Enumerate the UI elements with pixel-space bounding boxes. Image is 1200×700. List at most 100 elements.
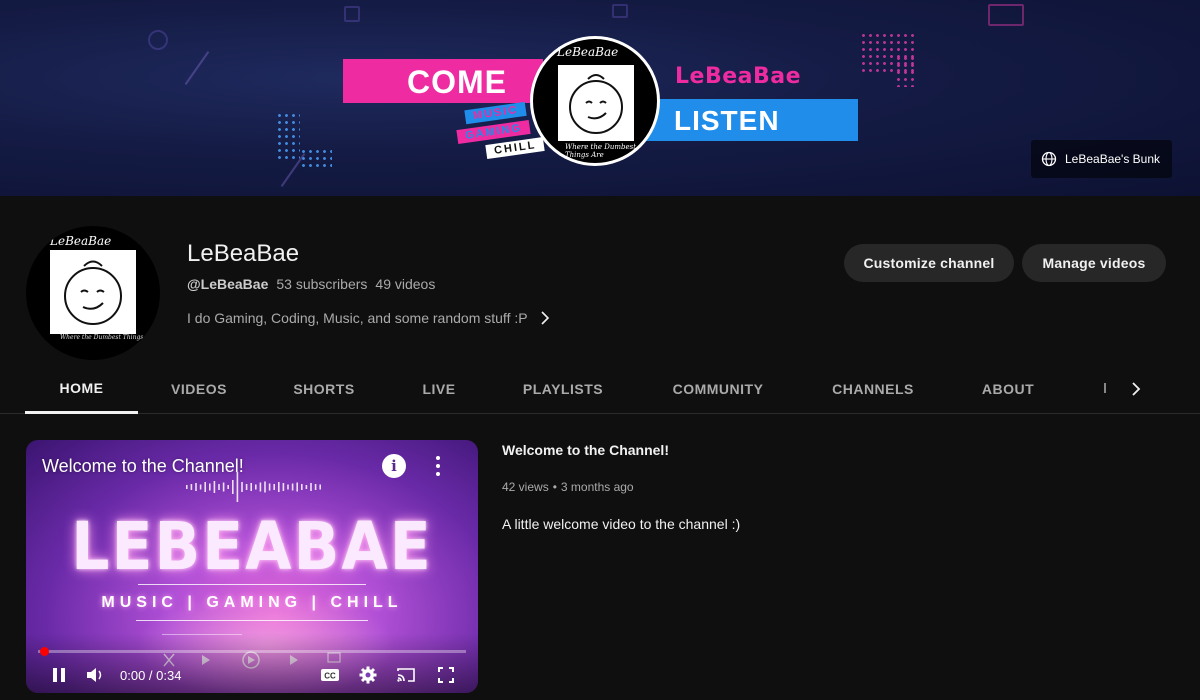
closed-captions-icon: CC — [321, 669, 339, 681]
waveform-bar — [278, 482, 280, 492]
banner-decor-dots — [300, 148, 332, 168]
featured-video-title[interactable]: Welcome to the Channel! — [502, 442, 669, 458]
svg-text:CC: CC — [324, 672, 336, 681]
channel-banner: COME LISTEN LeBeaBae MUSIC GAMING CHILL … — [0, 0, 1200, 196]
waveform-bar — [199, 484, 202, 490]
waveform-bar — [236, 472, 239, 502]
cast-icon — [397, 668, 415, 682]
avatar-signature: LeBeaBae — [50, 234, 112, 248]
meta-separator: • — [552, 480, 557, 494]
waveform-bar — [305, 485, 308, 489]
banner-tag: CHILL — [485, 137, 546, 159]
tab-channels[interactable]: CHANNELS — [810, 364, 936, 414]
waveform-bar — [296, 482, 298, 492]
avatar-card — [50, 250, 136, 334]
globe-icon — [1041, 151, 1057, 167]
waveform-bar — [190, 484, 193, 490]
waveform-bar — [195, 483, 197, 491]
channel-handle: @LeBeaBae — [187, 276, 269, 292]
banner-logo-signature: LeBeaBae — [557, 45, 619, 59]
tabs-scroll-right-button[interactable] — [1118, 371, 1154, 407]
volume-button[interactable] — [84, 664, 106, 686]
waveform-bar — [268, 483, 271, 491]
waveform-bar — [301, 484, 303, 490]
featured-video-player[interactable]: Welcome to the Channel! i LEBEABAE MUSIC… — [26, 440, 478, 693]
waveform-bar — [250, 483, 252, 491]
waveform-bar — [259, 482, 262, 492]
video-brand-subtitle: MUSIC | GAMING | CHILL — [101, 594, 403, 611]
chevron-right-icon — [1132, 382, 1141, 396]
settings-gear-icon — [359, 666, 377, 684]
banner-headline-left: COME — [343, 59, 543, 103]
featured-video-stats: 42 views • 3 months ago — [502, 480, 634, 494]
banner-decor-shape — [148, 30, 168, 50]
channel-meta: @LeBeaBae 53 subscribers 49 videos — [187, 276, 435, 292]
channel-description[interactable]: I do Gaming, Coding, Music, and some ran… — [187, 310, 550, 326]
waveform-bar — [245, 484, 248, 490]
video-count: 49 videos — [375, 276, 436, 292]
video-progress-bar[interactable] — [38, 647, 466, 656]
pause-button[interactable] — [48, 664, 70, 686]
waveform-bar — [291, 483, 294, 491]
waveform-bar — [282, 483, 285, 491]
waveform-bar — [232, 480, 234, 494]
channel-tabs: HOME VIDEOS SHORTS LIVE PLAYLISTS COMMUN… — [0, 364, 1200, 414]
waveform-bar — [222, 482, 225, 492]
waveform-bar — [227, 485, 229, 489]
waveform-bar — [204, 482, 206, 492]
brand-divider — [138, 584, 366, 585]
tab-videos[interactable]: VIDEOS — [150, 364, 248, 414]
channel-avatar[interactable]: LeBeaBae Where the Dumbest Things Are — [26, 226, 160, 360]
banner-link[interactable]: LeBeaBae's Bunk — [1031, 140, 1172, 178]
tab-search-partial-icon[interactable] — [1104, 383, 1106, 393]
channel-name: LeBeaBae — [187, 240, 300, 267]
waveform-bar — [218, 484, 220, 490]
face-illustration-icon — [569, 74, 623, 134]
banner-link-label: LeBeaBae's Bunk — [1065, 152, 1161, 166]
waveform-bar — [264, 481, 266, 493]
waveform-bar — [319, 484, 321, 490]
banner-logo: LeBeaBae Where the Dumbest Things Are — [530, 36, 660, 166]
waveform-bar — [287, 484, 289, 490]
fullscreen-button[interactable] — [434, 664, 458, 686]
volume-icon — [87, 668, 102, 682]
more-vert-icon[interactable] — [430, 454, 446, 478]
subscriber-count: 53 subscribers — [276, 276, 368, 292]
waveform-bar — [255, 484, 257, 490]
settings-button[interactable] — [356, 664, 380, 686]
tab-about[interactable]: ABOUT — [962, 364, 1054, 414]
video-progress-knob[interactable] — [40, 647, 49, 656]
audio-waveform-icon — [186, 472, 321, 502]
video-time: 0:00 / 0:34 — [120, 668, 182, 683]
banner-headline-right: LISTEN — [640, 99, 858, 141]
waveform-bar — [209, 483, 211, 491]
manage-videos-button[interactable]: Manage videos — [1022, 244, 1166, 282]
tab-shorts[interactable]: SHORTS — [270, 364, 378, 414]
banner-decor-dots — [895, 55, 915, 87]
featured-video-description: A little welcome video to the channel :) — [502, 516, 741, 532]
chevron-right-icon — [541, 311, 549, 325]
banner-logo-tagline: Where the Dumbest Things Are — [565, 143, 637, 159]
channel-description-text: I do Gaming, Coding, Music, and some ran… — [187, 310, 528, 326]
video-brand-text: LEBEABAE — [71, 508, 433, 586]
tab-home[interactable]: HOME — [25, 364, 138, 414]
upload-age: 3 months ago — [560, 480, 634, 494]
waveform-bar — [273, 484, 275, 490]
info-icon[interactable]: i — [382, 454, 406, 478]
banner-decor-shape — [612, 4, 628, 18]
cast-button[interactable] — [394, 664, 418, 686]
banner-decor-dots — [276, 112, 300, 162]
waveform-bar — [241, 482, 243, 492]
tab-community[interactable]: COMMUNITY — [650, 364, 786, 414]
waveform-bar — [314, 484, 317, 490]
fullscreen-icon — [438, 667, 454, 683]
view-count: 42 views — [502, 480, 549, 494]
tab-playlists[interactable]: PLAYLISTS — [500, 364, 626, 414]
banner-decor-shape — [988, 4, 1024, 26]
tab-live[interactable]: LIVE — [402, 364, 476, 414]
face-illustration-icon — [64, 260, 122, 325]
avatar-tagline: Where the Dumbest Things Are — [60, 334, 157, 341]
customize-channel-button[interactable]: Customize channel — [844, 244, 1014, 282]
banner-decor-shape — [344, 6, 360, 22]
closed-captions-button[interactable]: CC — [318, 664, 342, 686]
